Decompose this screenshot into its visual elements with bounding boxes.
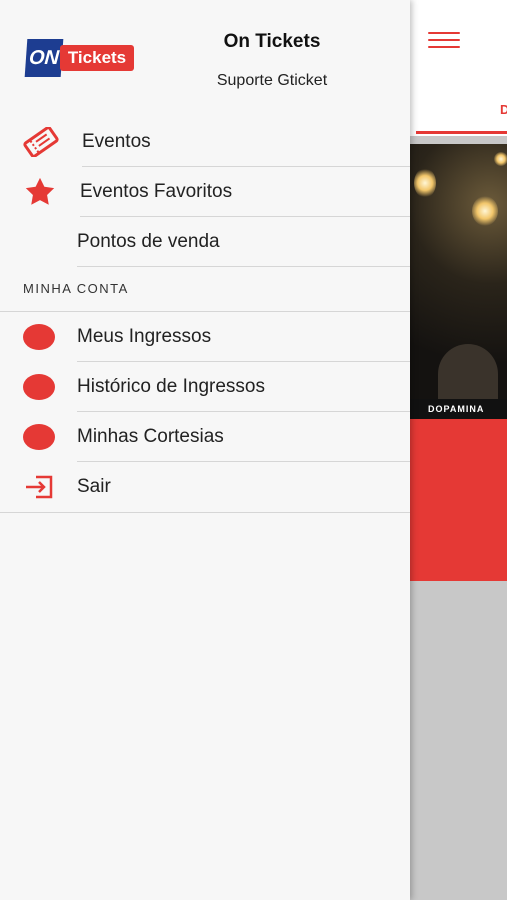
section-title-minha-conta: MINHA CONTA [23, 281, 129, 296]
menu-item-label: Meus Ingressos [77, 326, 212, 347]
support-label: Suporte Gticket [216, 72, 328, 89]
bottom-divider [0, 512, 410, 513]
menu-item-pontos-de-venda[interactable]: Pontos de venda [0, 217, 410, 267]
menu-item-label: Histórico de Ingressos [77, 376, 265, 397]
menu-item-minhas-cortesias[interactable]: Minhas Cortesias [0, 412, 410, 462]
menu-item-historico-de-ingressos[interactable]: Histórico de Ingressos [0, 362, 410, 412]
background-app-screen: D DOPAMINA [410, 0, 507, 900]
star-icon [25, 177, 55, 205]
menu-item-sair[interactable]: Sair [0, 462, 410, 512]
menu-item-eventos[interactable]: Eventos [0, 117, 410, 167]
hamburger-menu-icon[interactable] [428, 32, 460, 50]
drawer-header: ON Tickets On Tickets Suporte Gticket [0, 0, 410, 110]
logout-icon [26, 475, 53, 499]
logo-on-mark: ON [24, 39, 64, 77]
menu-item-label: Pontos de venda [77, 231, 220, 252]
menu-item-label: Sair [77, 476, 111, 497]
logo-tickets-mark: Tickets [60, 45, 134, 71]
navigation-drawer: ON Tickets On Tickets Suporte Gticket Ev… [0, 0, 410, 900]
on-tickets-logo: ON Tickets [24, 39, 134, 77]
ticket-icon [23, 127, 59, 157]
menu-item-label: Eventos Favoritos [80, 181, 233, 202]
event-banner-caption: DOPAMINA [410, 399, 507, 419]
active-tab-indicator [416, 131, 507, 134]
red-dot-icon [23, 424, 55, 450]
divider [77, 266, 410, 267]
app-header: D [410, 0, 507, 136]
menu-item-label: Eventos [82, 131, 151, 152]
menu-item-eventos-favoritos[interactable]: Eventos Favoritos [0, 167, 410, 217]
app-tab-label[interactable]: D [500, 102, 507, 117]
event-card[interactable]: DOPAMINA [410, 144, 507, 581]
red-dot-icon [23, 324, 55, 350]
menu-item-label: Minhas Cortesias [77, 426, 224, 447]
app-name: On Tickets [223, 31, 321, 52]
red-dot-icon [23, 374, 55, 400]
menu-item-meus-ingressos[interactable]: Meus Ingressos [0, 312, 410, 362]
event-banner-image: DOPAMINA [410, 144, 507, 419]
